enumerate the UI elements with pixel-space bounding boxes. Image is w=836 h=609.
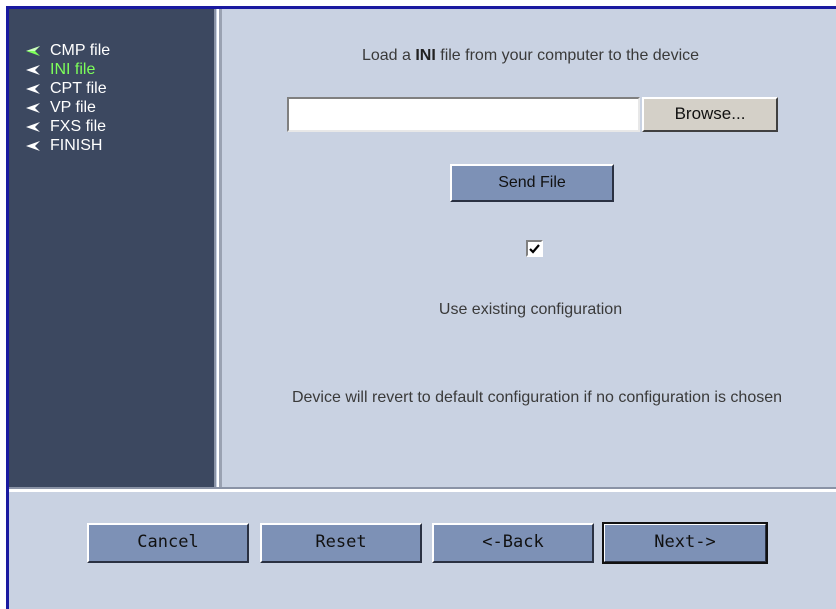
sidebar-item-vp-file[interactable]: VP file <box>26 98 110 117</box>
diamond-bullet-icon <box>26 83 44 94</box>
reset-button[interactable]: Reset <box>260 523 422 563</box>
diamond-bullet-icon <box>26 121 44 132</box>
diamond-bullet-icon <box>26 102 44 113</box>
heading-text-post: file from your computer to the device <box>440 47 700 64</box>
sidebar-item-label: VP file <box>50 98 96 116</box>
cancel-button[interactable]: Cancel <box>87 523 249 563</box>
heading-text-pre: Load a <box>361 47 411 64</box>
default-config-warning: Device will revert to default configurat… <box>291 389 783 406</box>
back-button[interactable]: <-Back <box>432 523 594 563</box>
sidebar-item-cmp-file[interactable]: CMP file <box>26 41 111 60</box>
checkmark-icon <box>529 243 540 254</box>
diamond-bullet-icon <box>26 64 44 75</box>
sidebar-item-label: INI file <box>50 60 96 78</box>
sidebar-item-fxs-file[interactable]: FXS file <box>26 117 110 136</box>
wizard-steps-sidebar: CMP file INI file CPT file VP file FXS f… <box>9 9 216 487</box>
heading-file-type: INI <box>415 47 436 64</box>
wizard-steps-list: CMP file INI file CPT file VP file FXS f… <box>26 41 111 155</box>
sidebar-item-label: FXS file <box>50 117 107 135</box>
send-file-button[interactable]: Send File <box>450 164 614 202</box>
diamond-bullet-icon <box>26 140 44 151</box>
sidebar-item-cpt-file[interactable]: CPT file <box>26 79 110 98</box>
browse-button[interactable]: Browse... <box>642 97 778 132</box>
wizard-window: CMP file INI file CPT file VP file FXS f… <box>6 6 836 609</box>
footer-divider <box>9 487 836 492</box>
sidebar-item-label: FINISH <box>50 136 103 154</box>
done-bullet-icon <box>26 45 44 56</box>
file-path-input[interactable] <box>287 97 640 132</box>
sidebar-item-ini-file[interactable]: INI file <box>26 60 110 79</box>
use-existing-label: Use existing configuration <box>438 301 623 318</box>
use-existing-checkbox[interactable] <box>526 240 543 257</box>
sidebar-item-finish[interactable]: FINISH <box>26 136 110 155</box>
next-button[interactable]: Next-> <box>602 522 768 564</box>
sidebar-item-label: CPT file <box>50 79 107 97</box>
page-heading: Load a INI file from your computer to th… <box>222 47 836 65</box>
main-content: Load a INI file from your computer to th… <box>222 9 836 487</box>
sidebar-item-label: CMP file <box>50 41 111 59</box>
